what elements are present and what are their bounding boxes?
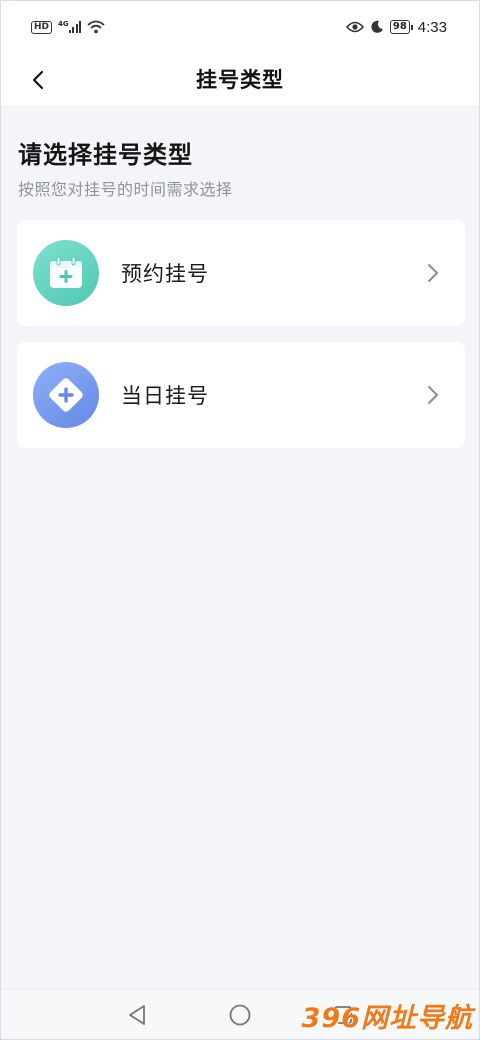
- battery-indicator: 98: [389, 20, 413, 34]
- clock: 4:33: [417, 18, 447, 36]
- page-title: 挂号类型: [196, 68, 284, 92]
- nav-back-icon[interactable]: [126, 1003, 148, 1027]
- wifi-icon: [87, 20, 105, 34]
- eye-icon: [345, 21, 364, 33]
- calendar-add-icon: [33, 240, 99, 306]
- cell-signal-icon: 4G: [58, 20, 82, 33]
- status-bar: HD 4G 98 4:33: [1, 1, 479, 53]
- option-appointment-registration[interactable]: 预约挂号: [17, 220, 465, 326]
- network-type: 4G: [58, 20, 69, 28]
- option-label: 预约挂号: [121, 262, 209, 286]
- watermark-logo: 396网址导航: [301, 1002, 473, 1034]
- hd-badge: HD: [31, 20, 53, 34]
- diamond-plus-icon: [33, 362, 99, 428]
- chevron-right-icon: [428, 386, 438, 404]
- chevron-left-icon: [32, 70, 44, 90]
- status-right: 98 4:33: [345, 18, 447, 36]
- moon-icon: [371, 20, 383, 33]
- option-label: 当日挂号: [121, 384, 209, 408]
- back-button[interactable]: [23, 65, 53, 95]
- section-heading: 请选择挂号类型: [18, 141, 193, 169]
- chevron-right-icon: [428, 264, 438, 282]
- section-subheading: 按照您对挂号的时间需求选择: [18, 180, 233, 199]
- nav-home-icon[interactable]: [228, 1003, 252, 1027]
- nav-bar: 挂号类型: [1, 53, 479, 105]
- option-same-day-registration[interactable]: 当日挂号: [17, 342, 465, 448]
- status-left: HD 4G: [31, 20, 105, 34]
